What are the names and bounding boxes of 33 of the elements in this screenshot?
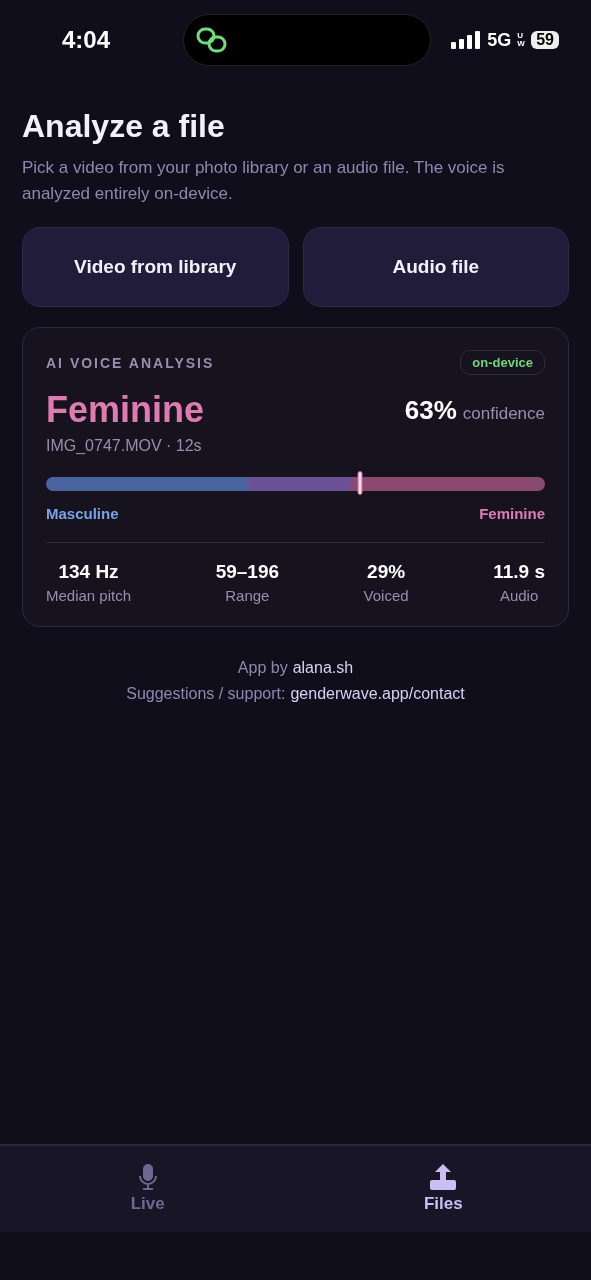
source-button[interactable]: Video from library bbox=[22, 227, 289, 307]
footer-text: Suggestions / support: bbox=[126, 685, 286, 703]
stat-value: 11.9 s bbox=[493, 561, 545, 583]
scale-right-label: Feminine bbox=[479, 505, 545, 522]
microphone-icon bbox=[137, 1164, 158, 1190]
page-subtitle: Pick a video from your photo library or an audio file. The voice is analyzed entirely on-device. bbox=[22, 157, 506, 205]
footer-link[interactable]: alana.sh bbox=[292, 659, 354, 677]
page-title: Analyze a file bbox=[22, 108, 226, 145]
stat-label: Voiced bbox=[363, 587, 409, 604]
status-badge: on-device bbox=[460, 350, 545, 375]
confidence-label: confidence bbox=[462, 403, 545, 424]
stat-label: Range bbox=[225, 587, 270, 604]
tab-button[interactable]: Files bbox=[295, 1146, 591, 1232]
stat-value: 134 Hz bbox=[58, 561, 119, 583]
signal-icon bbox=[451, 31, 482, 49]
stat-value: 29% bbox=[367, 561, 406, 583]
network-type: 5G bbox=[487, 29, 512, 51]
footer-link[interactable]: genderwave.app/contact bbox=[290, 685, 465, 703]
stat-value: 59–196 bbox=[215, 561, 280, 583]
result-label: Feminine bbox=[46, 389, 205, 431]
source-button[interactable]: Audio file bbox=[302, 227, 569, 307]
file-info: IMG_0747.MOV · 12s bbox=[46, 437, 203, 455]
scale-left-label: Masculine bbox=[46, 505, 119, 522]
footer-text: App by bbox=[237, 659, 288, 677]
stat-label: Audio bbox=[499, 587, 539, 604]
network-sub: UW bbox=[517, 32, 526, 48]
card-label: AI VOICE ANALYSIS bbox=[46, 354, 215, 371]
stat-label: Median pitch bbox=[46, 587, 132, 604]
battery-level: 59 bbox=[531, 31, 559, 49]
confidence-value: 63% bbox=[404, 394, 457, 426]
upload-icon bbox=[430, 1164, 457, 1190]
status-time: 4:04 bbox=[62, 26, 112, 54]
link-icon bbox=[195, 27, 228, 53]
